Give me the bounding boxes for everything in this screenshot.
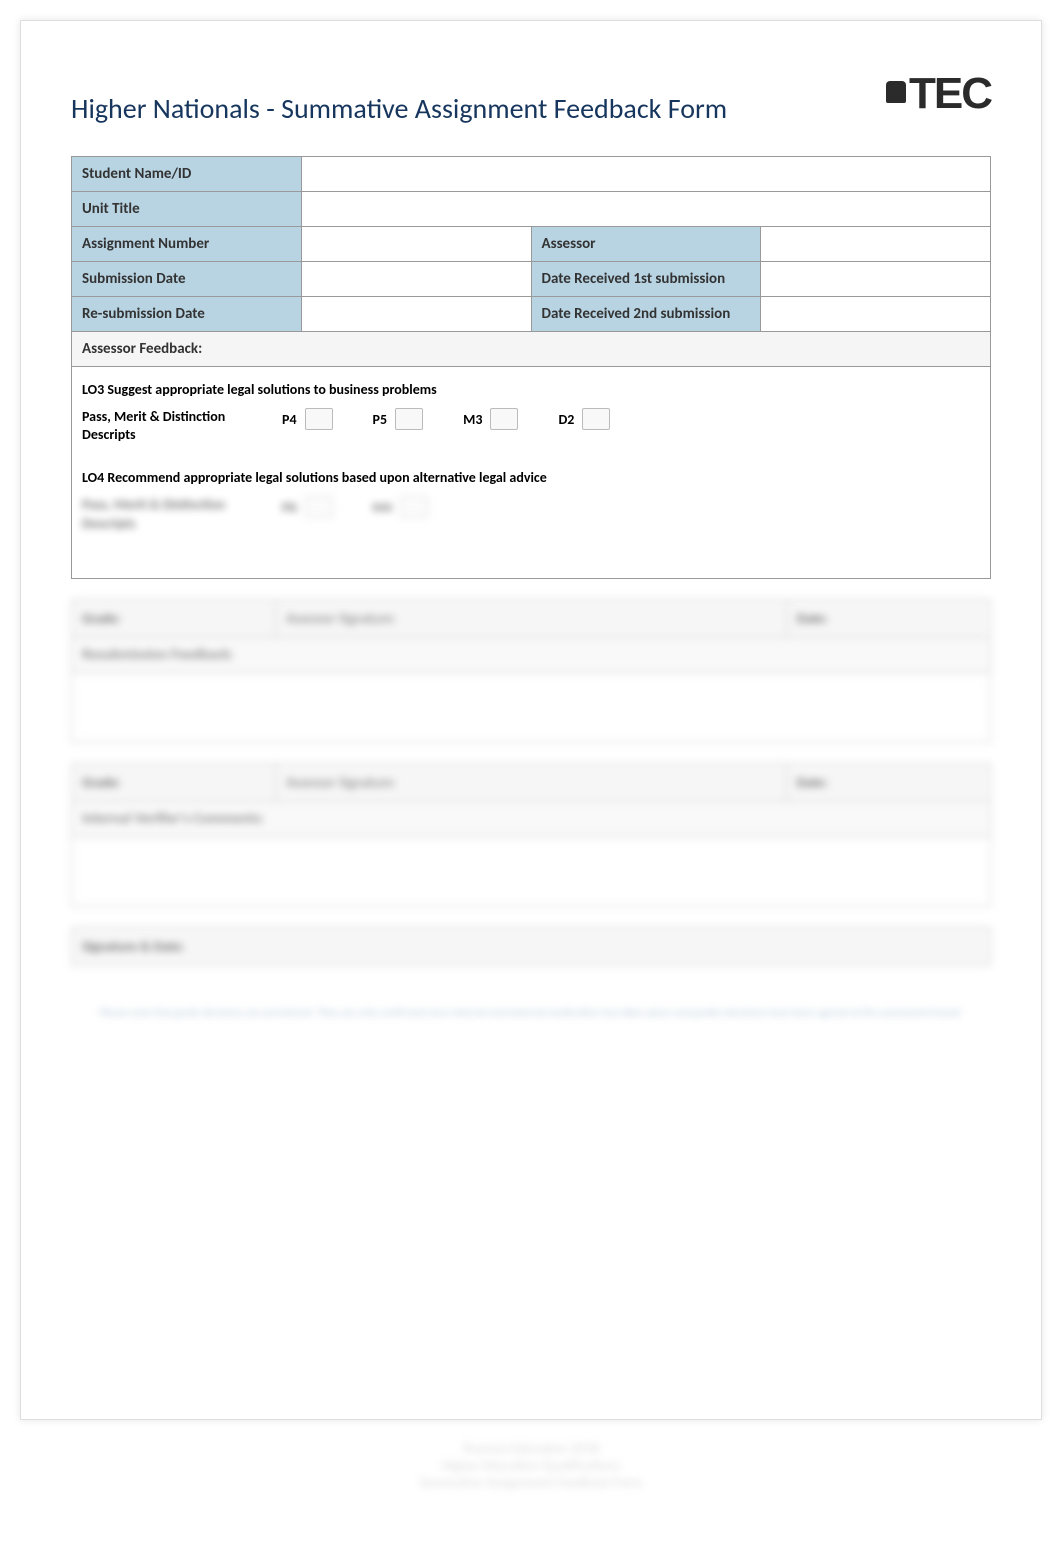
resub-feedback-block <box>71 673 991 743</box>
header-row: Higher Nationals - Summative Assignment … <box>71 61 991 126</box>
lo3-text: Suggest appropriate legal solutions to b… <box>104 381 437 398</box>
checkbox-p6 <box>305 496 333 518</box>
lo4-tag: LO4 <box>82 469 104 486</box>
unit-title-label: Unit Title <box>72 192 302 227</box>
submission-date-value[interactable] <box>301 262 531 297</box>
student-name-value[interactable] <box>301 157 990 192</box>
page-title: Higher Nationals - Summative Assignment … <box>71 91 727 126</box>
lo3-grade-row: Pass, Merit & Distinction Descripts P4 P… <box>82 408 980 444</box>
footer-note: Please note that grade decisions are pro… <box>71 1006 991 1019</box>
checkbox-m3[interactable] <box>490 408 518 430</box>
resubmission-date-label: Re-submission Date <box>72 297 302 332</box>
grade-p5: P5 <box>373 408 424 430</box>
checkbox-p5[interactable] <box>395 408 423 430</box>
assessor-value[interactable] <box>761 227 991 262</box>
btec-logo: TEC <box>886 69 991 119</box>
iv-comments-block <box>71 837 991 907</box>
resub-feedback-label: Resubmission Feedback: <box>71 638 991 673</box>
bottom-caption: Pearson Education 2018 Higher Education … <box>20 1440 1042 1491</box>
lo3-tag: LO3 <box>82 381 104 398</box>
sig-date-table: Signature & Date: <box>71 927 991 966</box>
submission-date-label: Submission Date <box>72 262 302 297</box>
iv-comments-label: Internal Verifier's Comments: <box>71 802 991 837</box>
checkbox-m4 <box>400 496 428 518</box>
blurred-lo4-grades: Pass, Merit & Distinction Descripts P6 M… <box>82 496 980 532</box>
lo3-grade-items: P4 P5 M3 D2 <box>282 408 610 430</box>
date-received-1-value[interactable] <box>761 262 991 297</box>
grade-m3: M3 <box>463 408 518 430</box>
grade-p4: P4 <box>282 408 333 430</box>
blurred-signature-area: Grade: Assessor Signature: Date: Resubmi… <box>71 599 991 1019</box>
assignment-number-label: Assignment Number <box>72 227 302 262</box>
resubmission-date-value[interactable] <box>301 297 531 332</box>
lo3-line: LO3 Suggest appropriate legal solutions … <box>82 381 980 398</box>
lo4-text: Recommend appropriate legal solutions ba… <box>104 469 547 486</box>
feedback-body: LO3 Suggest appropriate legal solutions … <box>71 367 991 579</box>
lo4-line: LO4 Recommend appropriate legal solution… <box>82 469 980 486</box>
student-name-label: Student Name/ID <box>72 157 302 192</box>
form-table: Student Name/ID Unit Title Assignment Nu… <box>71 156 991 332</box>
date-received-1-label: Date Received 1st submission <box>531 262 761 297</box>
date-received-2-label: Date Received 2nd submission <box>531 297 761 332</box>
date-received-2-value[interactable] <box>761 297 991 332</box>
checkbox-p4[interactable] <box>305 408 333 430</box>
grade-sig-table-2: Grade: Assessor Signature: Date: <box>71 763 991 802</box>
assessor-label: Assessor <box>531 227 761 262</box>
unit-title-value[interactable] <box>301 192 990 227</box>
assessor-feedback-header: Assessor Feedback: <box>71 332 991 367</box>
grade-descriptors-label: Pass, Merit & Distinction Descripts <box>82 408 262 444</box>
grade-sig-table-1: Grade: Assessor Signature: Date: <box>71 599 991 638</box>
assignment-number-value[interactable] <box>301 227 531 262</box>
checkbox-d2[interactable] <box>582 408 610 430</box>
grade-d2: D2 <box>558 408 610 430</box>
page-container: Higher Nationals - Summative Assignment … <box>20 20 1042 1420</box>
